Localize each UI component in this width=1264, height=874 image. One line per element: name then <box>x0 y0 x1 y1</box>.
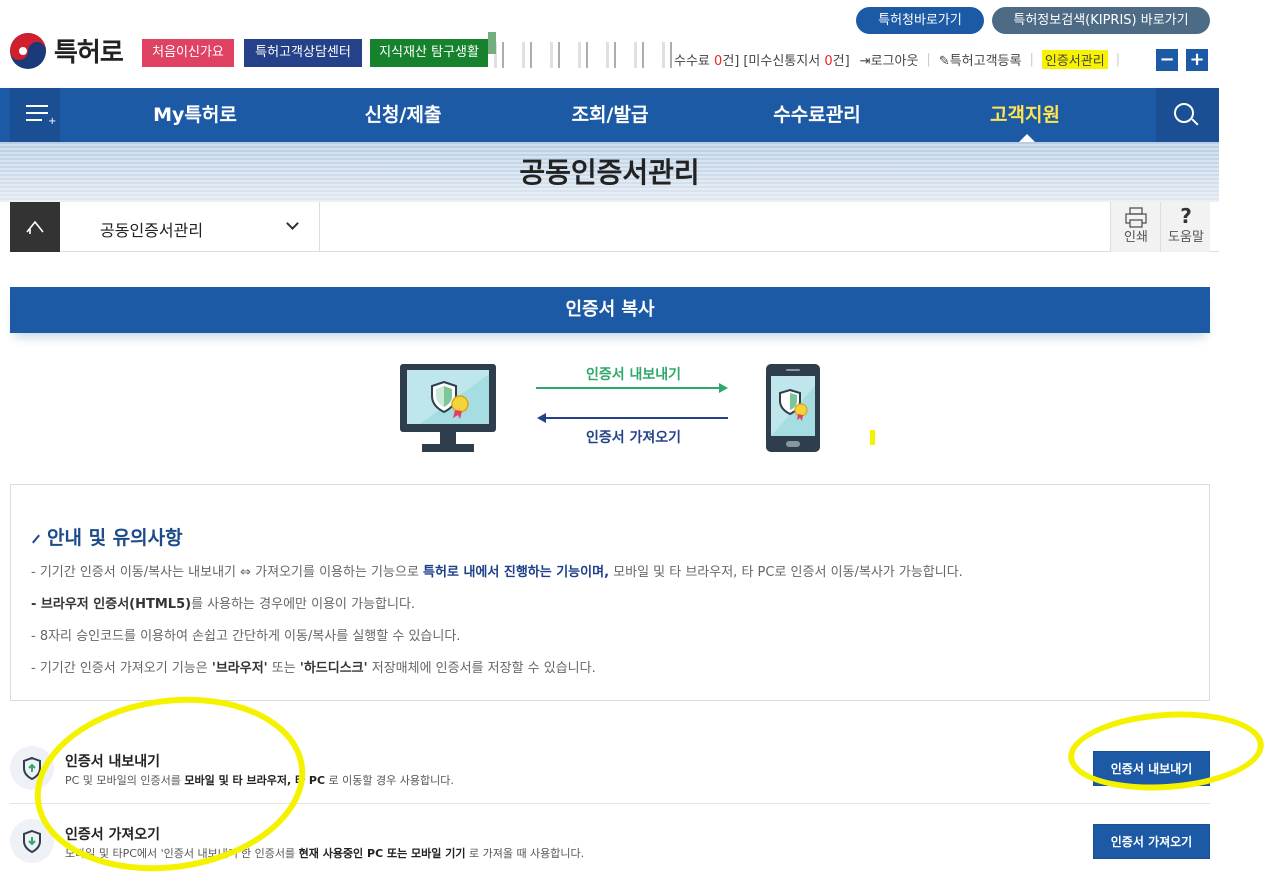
section-title: 인증서 복사 <box>10 287 1210 333</box>
notice-line-2: - 브라우저 인증서(HTML5)를 사용하는 경우에만 이용이 가능합니다. <box>31 597 416 612</box>
plus-icon: + <box>48 116 57 127</box>
nav-my-patent[interactable]: My특허로 <box>115 88 275 142</box>
home-icon <box>26 220 44 234</box>
nav-fee-manage[interactable]: 수수료관리 <box>737 88 897 142</box>
import-cert-button[interactable]: 인증서 가져오기 <box>1093 824 1210 859</box>
ip-explore-button[interactable]: 지식재산 탐구생활 <box>370 39 488 67</box>
help-button[interactable]: ? 도움말 <box>1160 202 1210 252</box>
unread-notice-link[interactable]: [미수신통지서 0건] <box>743 50 849 69</box>
utility-menu: 수수료 0건] [미수신통지서 0건] ⇥로그아웃 | ✎특허고객등록 | 인증… <box>674 50 1121 69</box>
export-cert-button[interactable]: 인증서 내보내기 <box>1093 751 1210 786</box>
notice-box: 안내 및 유의사항 - 기기간 인증서 이동/복사는 내보내기 ⇔ 가져오기를 … <box>10 484 1210 701</box>
government-emblem-icon <box>10 32 46 69</box>
export-arrow-icon <box>536 383 728 393</box>
notice-line-4: - 기기간 인증서 가져오기 기능은 '브라우저' 또는 '하드디스크' 저장매… <box>31 661 596 676</box>
first-visit-button[interactable]: 처음이신가요 <box>142 39 234 67</box>
page-title: 공동인증서관리 <box>519 156 700 189</box>
breadcrumb-current: 공동인증서관리 <box>100 221 204 240</box>
export-arrow-label: 인증서 내보내기 <box>586 367 682 383</box>
main-nav: + My특허로 신청/제출 조회/발급 수수료관리 고객지원 <box>0 88 1219 142</box>
cert-import-icon <box>10 819 54 863</box>
print-label: 인쇄 <box>1124 230 1148 245</box>
pencil-icon <box>32 534 40 543</box>
import-arrow-icon <box>537 413 728 423</box>
import-description: 모바일 및 타PC에서 '인증서 내보내기'한 인증서를 현재 사용중인 PC … <box>65 847 585 860</box>
kipo-link-button[interactable]: 특허청바로가기 <box>856 7 984 34</box>
site-logo[interactable]: 특허로 <box>10 32 124 69</box>
breadcrumb-select[interactable]: 공동인증서관리 <box>60 202 320 252</box>
all-menu-button[interactable]: + <box>10 88 60 142</box>
fee-link[interactable]: 수수료 0건] <box>674 50 739 69</box>
import-row: 인증서 가져오기 모바일 및 타PC에서 '인증서 내보내기'한 인증서를 현재… <box>10 805 1210 874</box>
export-title: 인증서 내보내기 <box>65 754 161 770</box>
nav-inquiry-issue[interactable]: 조회/발급 <box>530 88 690 142</box>
redacted-user-info <box>488 32 674 68</box>
kipris-link-button[interactable]: 특허정보검색(KIPRIS) 바로가기 <box>992 7 1210 34</box>
notice-line-3: - 8자리 승인코드를 이용하여 손쉽고 간단하게 이동/복사를 실행할 수 있… <box>31 629 461 644</box>
breadcrumb: 공동인증서관리 인쇄 ? 도움말 <box>10 202 1219 252</box>
zoom-out-button[interactable]: − <box>1156 49 1178 71</box>
active-caret-icon <box>1019 134 1035 142</box>
customer-center-button[interactable]: 특허고객상담센터 <box>244 39 362 67</box>
monitor-icon <box>400 364 496 452</box>
logout-link[interactable]: ⇥로그아웃 <box>860 50 919 69</box>
highlight-mark <box>870 430 875 445</box>
nav-apply-submit[interactable]: 신청/제출 <box>323 88 483 142</box>
top-header: 특허로 특허청바로가기 특허정보검색(KIPRIS) 바로가기 처음이신가요 특… <box>0 0 1219 88</box>
help-label: 도움말 <box>1168 230 1204 245</box>
smartphone-icon <box>766 364 820 452</box>
search-button[interactable] <box>1156 88 1219 142</box>
customer-register-link[interactable]: ✎특허고객등록 <box>939 50 1022 69</box>
export-row: 인증서 내보내기 PC 및 모바일의 인증서를 모바일 및 타 브라우저, 타 … <box>10 732 1210 804</box>
import-title: 인증서 가져오기 <box>65 827 161 843</box>
notice-title: 안내 및 유의사항 <box>31 523 183 550</box>
home-button[interactable] <box>10 202 60 252</box>
question-icon: ? <box>1180 204 1192 228</box>
cert-export-icon <box>10 746 54 790</box>
print-button[interactable]: 인쇄 <box>1110 202 1160 252</box>
cert-manage-link[interactable]: 인증서관리 <box>1041 50 1108 69</box>
notice-line-1: - 기기간 인증서 이동/복사는 내보내기 ⇔ 가져오기를 이용하는 기능으로 … <box>31 565 963 580</box>
logo-text: 특허로 <box>54 38 124 68</box>
export-description: PC 및 모바일의 인증서를 모바일 및 타 브라우저, 타 PC 로 이동할 … <box>65 774 454 787</box>
import-arrow-label: 인증서 가져오기 <box>586 430 682 446</box>
chevron-down-icon <box>286 217 299 230</box>
zoom-in-button[interactable]: + <box>1186 49 1208 71</box>
